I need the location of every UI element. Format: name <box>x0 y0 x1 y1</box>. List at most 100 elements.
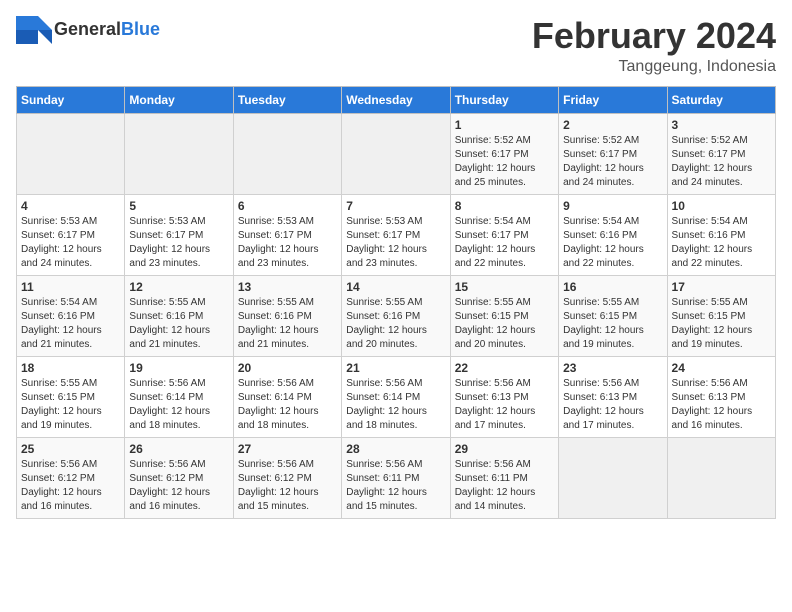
day-detail: Sunrise: 5:56 AMSunset: 6:11 PMDaylight:… <box>346 458 445 514</box>
calendar-cell <box>125 113 233 194</box>
calendar-cell: 10 Sunrise: 5:54 AMSunset: 6:16 PMDayligh… <box>667 194 775 275</box>
day-detail: Sunrise: 5:55 AMSunset: 6:16 PMDaylight:… <box>238 296 337 352</box>
day-number: 2 <box>563 118 662 132</box>
calendar-cell: 4Sunrise: 5:53 AMSunset: 6:17 PMDaylight… <box>17 194 125 275</box>
calendar-cell: 24 Sunrise: 5:56 AMSunset: 6:13 PMDayligh… <box>667 356 775 437</box>
calendar-cell: 18 Sunrise: 5:55 AMSunset: 6:15 PMDayligh… <box>17 356 125 437</box>
day-detail: Sunrise: 5:55 AMSunset: 6:15 PMDaylight:… <box>563 296 662 352</box>
calendar-cell: 27 Sunrise: 5:56 AMSunset: 6:12 PMDayligh… <box>233 437 341 518</box>
day-detail: Sunrise: 5:56 AMSunset: 6:13 PMDaylight:… <box>563 377 662 433</box>
calendar-cell: 25Sunrise: 5:56 AMSunset: 6:12 PMDayligh… <box>17 437 125 518</box>
day-number: 1 <box>455 118 554 132</box>
calendar-cell <box>233 113 341 194</box>
weekday-monday: Monday <box>125 86 233 113</box>
day-number: 12 <box>129 280 228 294</box>
day-detail: Sunrise: 5:56 AMSunset: 6:14 PMDaylight:… <box>129 377 228 433</box>
week-row-5: 25Sunrise: 5:56 AMSunset: 6:12 PMDayligh… <box>17 437 776 518</box>
day-number: 9 <box>563 199 662 213</box>
day-detail: Sunrise: 5:56 AMSunset: 6:13 PMDaylight:… <box>672 377 771 433</box>
calendar-cell: 13 Sunrise: 5:55 AMSunset: 6:16 PMDayligh… <box>233 275 341 356</box>
day-number: 11 <box>21 280 120 294</box>
calendar-cell: 15 Sunrise: 5:55 AMSunset: 6:15 PMDayligh… <box>450 275 558 356</box>
day-detail: Sunrise: 5:56 AMSunset: 6:14 PMDaylight:… <box>346 377 445 433</box>
calendar-title: February 2024 <box>532 16 776 56</box>
day-number: 15 <box>455 280 554 294</box>
calendar-cell: 28 Sunrise: 5:56 AMSunset: 6:11 PMDayligh… <box>342 437 450 518</box>
calendar-table: SundayMondayTuesdayWednesdayThursdayFrid… <box>16 86 776 519</box>
calendar-cell <box>342 113 450 194</box>
calendar-cell: 23Sunrise: 5:56 AMSunset: 6:13 PMDayligh… <box>559 356 667 437</box>
calendar-cell <box>559 437 667 518</box>
day-number: 18 <box>21 361 120 375</box>
day-detail: Sunrise: 5:52 AMSunset: 6:17 PMDaylight:… <box>563 134 662 190</box>
day-number: 28 <box>346 442 445 456</box>
day-number: 29 <box>455 442 554 456</box>
weekday-saturday: Saturday <box>667 86 775 113</box>
logo-blue: Blue <box>121 19 160 39</box>
day-number: 22 <box>455 361 554 375</box>
day-detail: Sunrise: 5:55 AMSunset: 6:15 PMDaylight:… <box>455 296 554 352</box>
day-detail: Sunrise: 5:55 AMSunset: 6:15 PMDaylight:… <box>672 296 771 352</box>
day-number: 3 <box>672 118 771 132</box>
day-detail: Sunrise: 5:56 AMSunset: 6:11 PMDaylight:… <box>455 458 554 514</box>
day-number: 8 <box>455 199 554 213</box>
day-detail: Sunrise: 5:53 AMSunset: 6:17 PMDaylight:… <box>238 215 337 271</box>
day-detail: Sunrise: 5:55 AMSunset: 6:15 PMDaylight:… <box>21 377 120 433</box>
calendar-cell: 26 Sunrise: 5:56 AMSunset: 6:12 PMDayligh… <box>125 437 233 518</box>
week-row-3: 11 Sunrise: 5:54 AMSunset: 6:16 PMDayligh… <box>17 275 776 356</box>
logo-general: General <box>54 19 121 39</box>
calendar-cell: 16 Sunrise: 5:55 AMSunset: 6:15 PMDayligh… <box>559 275 667 356</box>
day-detail: Sunrise: 5:54 AMSunset: 6:16 PMDaylight:… <box>563 215 662 271</box>
day-number: 21 <box>346 361 445 375</box>
day-detail: Sunrise: 5:56 AMSunset: 6:12 PMDaylight:… <box>129 458 228 514</box>
day-number: 16 <box>563 280 662 294</box>
calendar-cell: 9 Sunrise: 5:54 AMSunset: 6:16 PMDaylight… <box>559 194 667 275</box>
day-number: 26 <box>129 442 228 456</box>
calendar-cell: 29 Sunrise: 5:56 AMSunset: 6:11 PMDayligh… <box>450 437 558 518</box>
logo: GeneralBlue <box>16 16 160 44</box>
page-header: GeneralBlue February 2024 Tanggeung, Ind… <box>16 16 776 76</box>
day-detail: Sunrise: 5:56 AMSunset: 6:14 PMDaylight:… <box>238 377 337 433</box>
day-detail: Sunrise: 5:54 AMSunset: 6:17 PMDaylight:… <box>455 215 554 271</box>
title-block: February 2024 Tanggeung, Indonesia <box>532 16 776 76</box>
calendar-cell: 8 Sunrise: 5:54 AMSunset: 6:17 PMDaylight… <box>450 194 558 275</box>
calendar-cell: 22 Sunrise: 5:56 AMSunset: 6:13 PMDayligh… <box>450 356 558 437</box>
calendar-cell: 6 Sunrise: 5:53 AMSunset: 6:17 PMDaylight… <box>233 194 341 275</box>
day-number: 17 <box>672 280 771 294</box>
day-number: 24 <box>672 361 771 375</box>
weekday-wednesday: Wednesday <box>342 86 450 113</box>
day-detail: Sunrise: 5:56 AMSunset: 6:12 PMDaylight:… <box>21 458 120 514</box>
day-number: 27 <box>238 442 337 456</box>
day-number: 4 <box>21 199 120 213</box>
weekday-friday: Friday <box>559 86 667 113</box>
day-detail: Sunrise: 5:53 AMSunset: 6:17 PMDaylight:… <box>129 215 228 271</box>
day-detail: Sunrise: 5:54 AMSunset: 6:16 PMDaylight:… <box>672 215 771 271</box>
weekday-tuesday: Tuesday <box>233 86 341 113</box>
day-number: 19 <box>129 361 228 375</box>
calendar-cell: 3Sunrise: 5:52 AMSunset: 6:17 PMDaylight… <box>667 113 775 194</box>
week-row-2: 4 Sunrise: 5:53 AMSunset: 6:17 PMDaylight… <box>17 194 776 275</box>
day-detail: Sunrise: 5:56 AMSunset: 6:13 PMDaylight:… <box>455 377 554 433</box>
day-number: 6 <box>238 199 337 213</box>
week-row-1: 1 Sunrise: 5:52 AMSunset: 6:17 PMDaylight… <box>17 113 776 194</box>
day-detail: Sunrise: 5:52 AMSunset: 6:17 PMDaylight:… <box>455 134 554 190</box>
day-detail: Sunrise: 5:54 AMSunset: 6:16 PMDaylight:… <box>21 296 120 352</box>
calendar-subtitle: Tanggeung, Indonesia <box>532 58 776 76</box>
calendar-cell: 12Sunrise: 5:55 AMSunset: 6:16 PMDayligh… <box>125 275 233 356</box>
calendar-cell: 19 Sunrise: 5:56 AMSunset: 6:14 PMDayligh… <box>125 356 233 437</box>
calendar-cell <box>667 437 775 518</box>
calendar-cell <box>17 113 125 194</box>
calendar-cell: 11 Sunrise: 5:54 AMSunset: 6:16 PMDayligh… <box>17 275 125 356</box>
weekday-thursday: Thursday <box>450 86 558 113</box>
week-row-4: 18 Sunrise: 5:55 AMSunset: 6:15 PMDayligh… <box>17 356 776 437</box>
day-number: 14 <box>346 280 445 294</box>
day-number: 13 <box>238 280 337 294</box>
day-number: 7 <box>346 199 445 213</box>
weekday-sunday: Sunday <box>17 86 125 113</box>
calendar-cell: 7Sunrise: 5:53 AMSunset: 6:17 PMDaylight… <box>342 194 450 275</box>
day-detail: Sunrise: 5:55 AMSunset: 6:16 PMDaylight:… <box>346 296 445 352</box>
calendar-cell: 21 Sunrise: 5:56 AMSunset: 6:14 PMDayligh… <box>342 356 450 437</box>
day-detail: Sunrise: 5:56 AMSunset: 6:12 PMDaylight:… <box>238 458 337 514</box>
calendar-cell: 20Sunrise: 5:56 AMSunset: 6:14 PMDayligh… <box>233 356 341 437</box>
day-number: 10 <box>672 199 771 213</box>
